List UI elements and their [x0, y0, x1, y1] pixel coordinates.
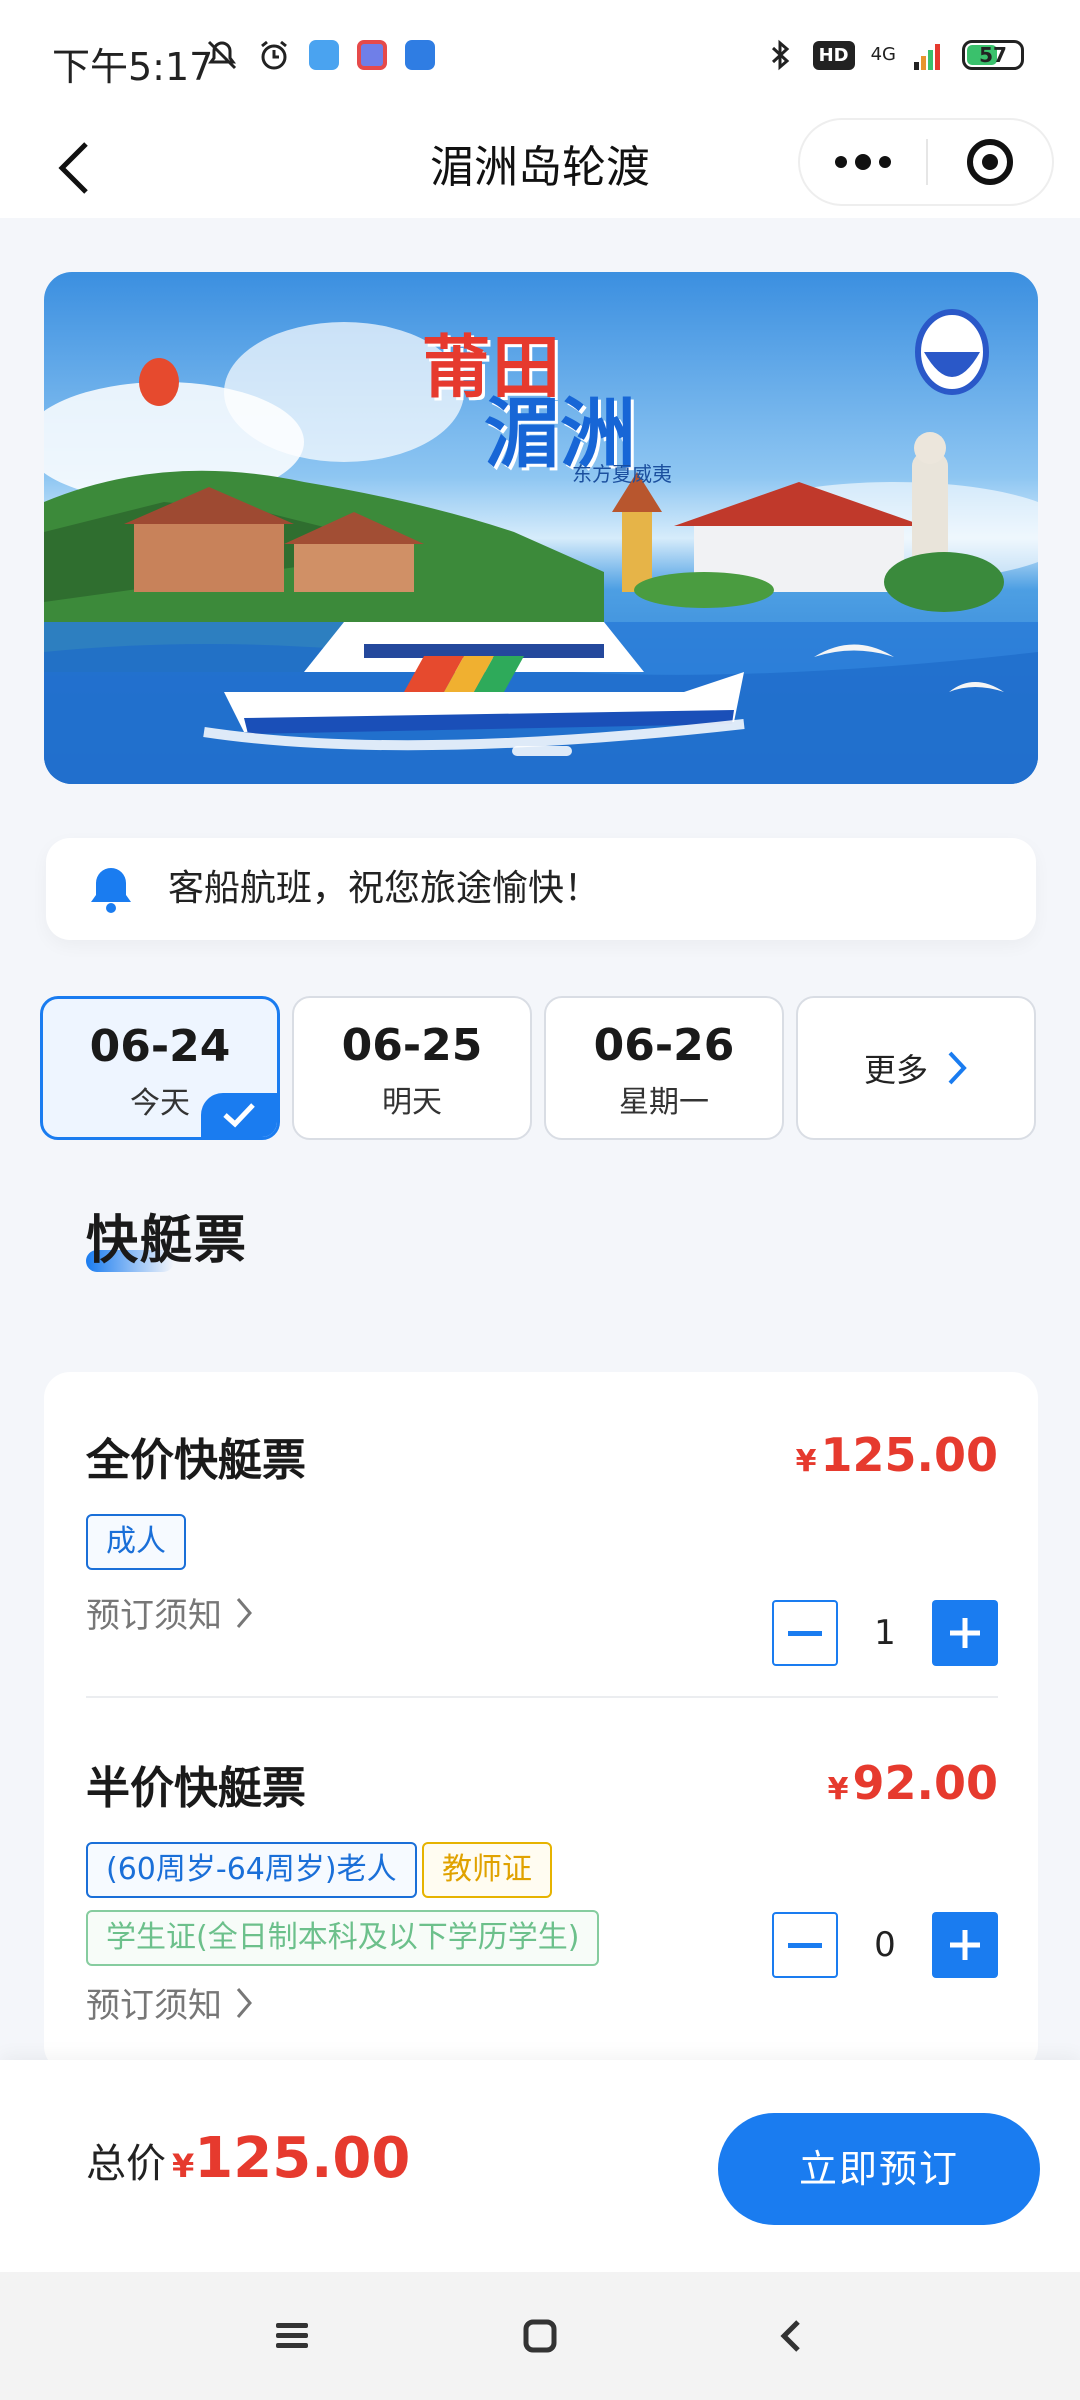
status-time: 下午5:17	[52, 45, 214, 89]
home-button[interactable]	[510, 2306, 570, 2366]
notice-text: 客船航班，祝您旅途愉快！	[168, 868, 601, 909]
price-value: 92.00	[852, 1756, 998, 1810]
book-now-button[interactable]: 立即预订	[718, 2113, 1040, 2225]
quantity-value: 0	[874, 1925, 896, 1965]
booking-notice-label: 预订须知	[86, 1596, 222, 1636]
banner-pagination-dot	[512, 746, 572, 756]
network-type: 4G	[870, 44, 896, 65]
booking-notice-link[interactable]: 预订须知	[86, 1978, 254, 2027]
date-weekday: 星期一	[619, 1085, 709, 1120]
menu-button[interactable]	[262, 2306, 322, 2366]
signal-icon	[914, 44, 940, 70]
ticket-price: ¥125.00	[796, 1428, 998, 1482]
ticket-tag: 成人	[86, 1514, 186, 1570]
ticket-item-full-price: 全价快艇票 ¥125.00 成人 预订须知 1	[86, 1424, 998, 1684]
app-notification-icon	[405, 40, 435, 70]
increase-button[interactable]	[932, 1912, 998, 1978]
date-value: 06-25	[341, 1020, 483, 1071]
check-icon	[223, 1103, 255, 1128]
date-value: 06-26	[593, 1020, 735, 1071]
plus-icon	[950, 1930, 980, 1960]
ticket-item-half-price: 半价快艇票 ¥92.00 (60周岁-64周岁)老人 教师证 学生证(全日制本科…	[86, 1752, 998, 2052]
battery-level: 57	[979, 43, 1007, 67]
mini-program-capsule	[798, 118, 1054, 206]
hero-banner[interactable]: 莆田 湄洲 东方夏威夷	[44, 272, 1038, 784]
chevron-right-icon	[236, 1597, 252, 1628]
ticket-name: 全价快艇票	[86, 1435, 306, 1486]
app-notification-icon	[357, 40, 387, 70]
app-notification-icon	[309, 40, 339, 70]
battery-icon: 57	[962, 40, 1024, 70]
chevron-right-icon	[236, 1987, 252, 2018]
ticket-tag: 学生证(全日制本科及以下学历学生)	[86, 1910, 600, 1966]
status-bar: 下午5:17 HD 4G 57	[0, 0, 1080, 118]
system-navigation-bar	[0, 2272, 1080, 2400]
nav-bar: 湄洲岛轮渡	[0, 118, 1080, 218]
banner-subtitle: 东方夏威夷	[572, 462, 672, 486]
ticket-price: ¥92.00	[828, 1756, 998, 1810]
back-arrow-icon	[780, 2320, 800, 2352]
quantity-stepper: 0	[772, 1912, 998, 1980]
ticket-tag: (60周岁-64周岁)老人	[86, 1842, 417, 1898]
mute-icon	[207, 40, 237, 70]
notice-bar[interactable]: 客船航班，祝您旅途愉快！	[46, 838, 1036, 940]
quantity-value: 1	[874, 1613, 896, 1653]
ticket-tag: 教师证	[422, 1842, 552, 1898]
date-selector: 06-24 今天 06-25 明天 06-26 星期一 更多	[40, 996, 1040, 1140]
minus-icon	[788, 1630, 822, 1636]
price-value: 125.00	[820, 1428, 998, 1482]
quantity-stepper: 1	[772, 1600, 998, 1668]
currency-symbol: ¥	[795, 1444, 817, 1479]
date-option-today[interactable]: 06-24 今天	[40, 996, 280, 1140]
bluetooth-icon	[771, 39, 789, 71]
plus-icon	[950, 1618, 980, 1648]
selected-badge	[201, 1093, 277, 1137]
divider	[86, 1696, 998, 1698]
more-button[interactable]	[800, 120, 926, 204]
section-title: 快艇票	[86, 1211, 249, 1271]
booking-notice-link[interactable]: 预订须知	[86, 1588, 254, 1637]
more-dots-icon	[835, 156, 847, 168]
minus-icon	[788, 1942, 822, 1948]
decrease-button[interactable]	[772, 1600, 838, 1666]
ticket-name: 半价快艇票	[86, 1763, 306, 1814]
date-weekday: 明天	[382, 1085, 442, 1120]
checkout-bar: 总价 ¥125.00 立即预订	[0, 2060, 1080, 2272]
date-value: 06-24	[89, 1021, 231, 1072]
target-icon	[967, 139, 1013, 185]
status-notification-icons	[205, 38, 435, 72]
date-option-tomorrow[interactable]: 06-25 明天	[292, 996, 532, 1140]
menu-icon	[276, 2323, 308, 2348]
home-square-icon	[523, 2319, 557, 2353]
total-label: 总价	[86, 2141, 166, 2187]
total-amount: 125.00	[194, 2126, 411, 2191]
bell-icon	[91, 868, 131, 913]
decrease-button[interactable]	[772, 1912, 838, 1978]
total-price: 总价 ¥125.00	[86, 2126, 410, 2191]
close-button[interactable]	[928, 120, 1052, 204]
currency-symbol: ¥	[827, 1772, 849, 1807]
system-back-button[interactable]	[762, 2306, 822, 2366]
increase-button[interactable]	[932, 1600, 998, 1666]
date-option-day3[interactable]: 06-26 星期一	[544, 996, 784, 1140]
chevron-right-icon	[948, 1051, 967, 1085]
status-system-icons: HD 4G 57	[763, 38, 1024, 72]
ticket-list-card: 全价快艇票 ¥125.00 成人 预订须知 1 半价快艇票 ¥92.00 (60…	[44, 1372, 1038, 2072]
more-dates-label: 更多	[863, 1051, 928, 1089]
more-dates-button[interactable]: 更多	[796, 996, 1036, 1140]
section-header: 快艇票	[86, 1198, 248, 1278]
currency-symbol: ¥	[172, 2147, 195, 2185]
alarm-icon	[261, 40, 287, 70]
booking-notice-label: 预订须知	[86, 1986, 222, 2026]
hd-badge: HD	[812, 40, 855, 70]
